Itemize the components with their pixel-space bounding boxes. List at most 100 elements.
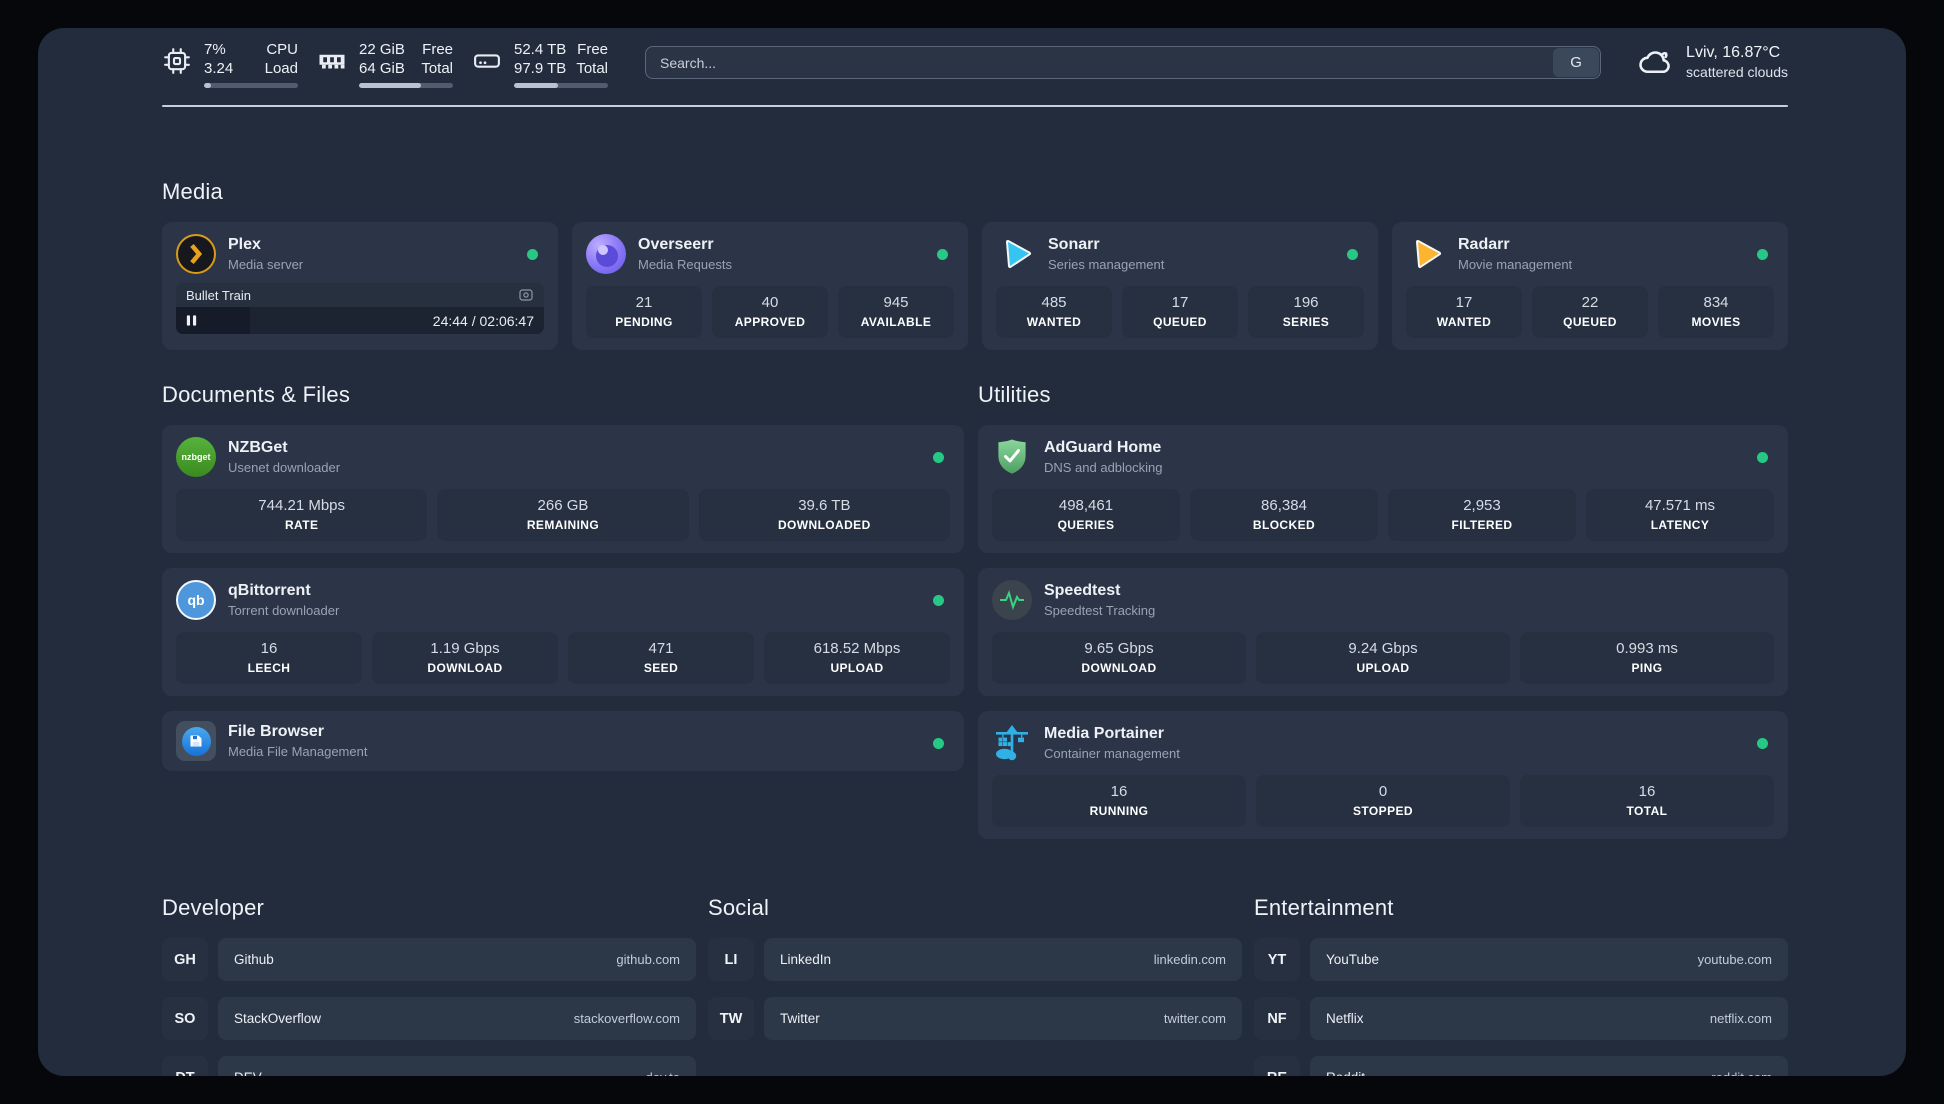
cpu-usage-widget: 7% CPU 3.24 Load [162,40,298,88]
ram-icon [319,54,345,69]
card-title: Media Portainer [1043,725,1165,742]
card-subtitle: Speedtest Tracking [1043,603,1156,618]
stat-box: 9.65 Gbps DOWNLOAD [991,632,1246,684]
memory-progress-bar [359,83,453,88]
app-card-radarr[interactable]: Radarr Movie management 17 WANTED 22 QUEUE… [1392,222,1788,350]
playback-progress-bar: 24:44 / 02:06:47 [176,307,544,334]
section-entertainment: Entertainment YT YouTube youtube.com NF N… [1254,895,1788,1076]
link-url: youtube.com [1697,952,1772,967]
link-stackoverflow[interactable]: SO StackOverflow stackoverflow.com [162,997,696,1040]
section-developer: Developer GH Github github.com SO StackOv… [162,895,696,1076]
link-dev[interactable]: DT DEV dev.to [162,1056,696,1076]
stat-box: 0.993 ms PING [1519,632,1774,684]
app-card-sonarr[interactable]: Sonarr Series management 485 WANTED 17 QUE… [982,222,1378,350]
dev-icon: DT [162,1056,208,1076]
memory-free-value: 22 GiB [359,41,405,58]
link-reddit[interactable]: RE Reddit reddit.com [1254,1056,1788,1076]
sonarr-icon [996,234,1036,274]
playback-time: 24:44 / 02:06:47 [432,312,534,329]
card-title: AdGuard Home [1043,439,1162,456]
cloud-icon [1639,51,1670,74]
section-media: Media Plex Media server Bullet Train 24:… [162,179,1788,350]
app-card-adguard[interactable]: AdGuard Home DNS and adblocking 498,461 Q… [977,425,1788,553]
app-card-qbittorrent[interactable]: qb qBittorrent Torrent downloader 16 LEEC… [162,568,964,696]
stat-box: 47.571 ms LATENCY [1585,489,1774,541]
stat-box: 17 WANTED [1406,286,1522,338]
link-name: StackOverflow [234,1011,322,1026]
link-url: twitter.com [1163,1011,1226,1026]
stat-box: 16 RUNNING [991,775,1246,827]
card-title: Radarr [1458,236,1510,253]
link-youtube[interactable]: YT YouTube youtube.com [1254,938,1788,981]
link-github[interactable]: GH Github github.com [162,938,696,981]
app-card-overseerr[interactable]: Overseerr Media Requests 21 PENDING 40 APP… [572,222,968,350]
header-divider [162,105,1788,107]
stat-box: 21 PENDING [586,286,702,338]
card-subtitle: Media File Management [228,744,368,759]
app-card-speedtest[interactable]: Speedtest Speedtest Tracking 9.65 Gbps DO… [977,568,1788,696]
section-title-documents: Documents & Files [162,382,351,407]
status-dot [937,249,948,260]
cpu-label: CPU [266,41,298,58]
link-name: Github [234,952,274,967]
app-card-nzbget[interactable]: nzbget NZBGet Usenet downloader 744.21 M… [162,425,964,553]
cpu-load-label: Load [264,60,298,77]
weather-widget: Lviv, 16.87°C scattered clouds [1637,43,1788,81]
stat-box: 86,384 BLOCKED [1189,489,1378,541]
memory-usage-widget: 22 GiB Free 64 GiB Total [317,40,453,88]
cpu-load-value: 3.24 [204,60,234,77]
stackoverflow-icon: SO [162,997,208,1040]
search-engine-button[interactable]: G [1553,48,1600,77]
app-card-filebrowser[interactable]: File Browser Media File Management [162,711,964,771]
card-title: File Browser [228,723,325,740]
card-subtitle: Media server [228,257,304,272]
section-title-utilities: Utilities [977,382,1051,407]
youtube-icon: YT [1254,938,1300,981]
stat-box: 9.24 Gbps UPLOAD [1255,632,1510,684]
top-bar: 7% CPU 3.24 Load 22 GiB Free 64 GiB Total [162,40,1788,92]
stat-box: 196 SERIES [1248,286,1364,338]
stat-box: 22 QUEUED [1532,286,1648,338]
weather-condition: scattered clouds [1686,64,1788,80]
stat-box: 39.6 TB DOWNLOADED [698,489,950,541]
status-dot [932,738,944,749]
app-card-plex[interactable]: Plex Media server Bullet Train 24:44 / 0… [162,222,558,350]
section-title-media: Media [162,179,223,204]
stat-box: 744.21 Mbps RATE [176,489,428,541]
dashboard-page: 7% CPU 3.24 Load 22 GiB Free 64 GiB Total [38,28,1906,1076]
status-dot [932,595,944,606]
link-name: DEV [234,1070,262,1076]
search-input[interactable] [645,46,1602,79]
link-url: reddit.com [1711,1070,1772,1076]
pause-icon[interactable] [185,314,198,327]
status-dot [1757,738,1768,749]
cpu-percent: 7% [204,41,226,58]
section-social: Social LI LinkedIn linkedin.com TW Twitte… [708,895,1242,1056]
status-dot [1757,452,1768,463]
link-url: dev.to [646,1070,680,1076]
stat-box: 17 QUEUED [1122,286,1238,338]
app-card-portainer[interactable]: Media Portainer Container management 16 R… [977,711,1788,839]
link-url: github.com [616,952,680,967]
link-netflix[interactable]: NF Netflix netflix.com [1254,997,1788,1040]
twitter-icon: TW [708,997,754,1040]
stat-box: 0 STOPPED [1255,775,1510,827]
memory-total-value: 64 GiB [359,60,405,77]
stat-box: 2,953 FILTERED [1387,489,1576,541]
card-subtitle: Series management [1048,257,1165,272]
card-subtitle: Torrent downloader [228,603,340,618]
card-subtitle: Container management [1043,746,1180,761]
link-linkedin[interactable]: LI LinkedIn linkedin.com [708,938,1242,981]
weather-location-temp: Lviv, 16.87°C [1686,44,1781,61]
session-screen-icon[interactable] [518,287,534,303]
link-url: linkedin.com [1153,952,1226,967]
link-name: Twitter [780,1011,820,1026]
stat-box: 16 LEECH [176,632,362,684]
stat-box: 498,461 QUERIES [991,489,1180,541]
plex-now-playing: Bullet Train 24:44 / 02:06:47 [176,283,544,334]
memory-total-label: Total [421,60,453,77]
portainer-icon [992,723,1032,763]
link-url: netflix.com [1709,1011,1772,1026]
link-name: YouTube [1326,952,1380,967]
link-twitter[interactable]: TW Twitter twitter.com [708,997,1242,1040]
